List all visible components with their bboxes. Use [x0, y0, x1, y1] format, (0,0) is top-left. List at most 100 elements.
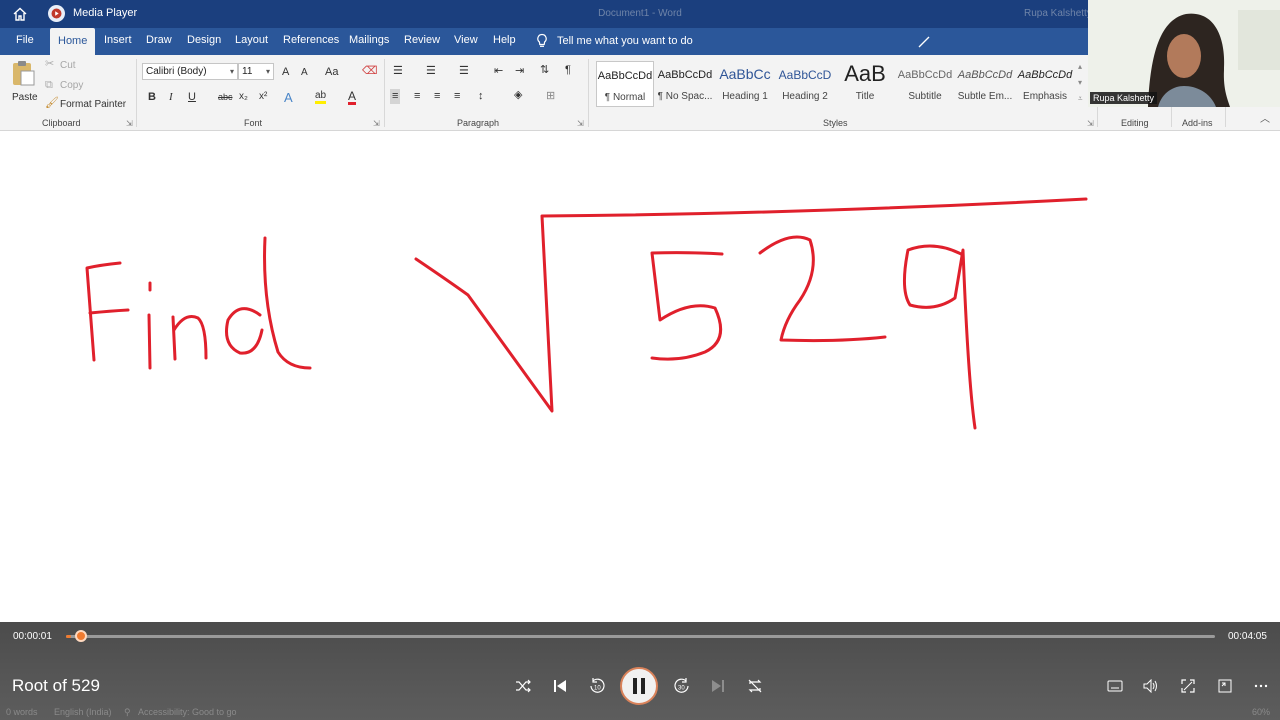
style-name: Heading 1 [722, 91, 768, 102]
tab-references[interactable]: References [283, 34, 339, 46]
more-options-icon[interactable] [1250, 675, 1272, 697]
text-effects-button[interactable]: A [284, 91, 293, 104]
media-player-logo-icon [48, 5, 65, 22]
shading-icon[interactable]: ◈ [514, 90, 522, 101]
document-canvas[interactable] [0, 131, 1280, 622]
previous-icon[interactable] [549, 675, 571, 697]
tab-layout[interactable]: Layout [235, 34, 268, 46]
superscript-button[interactable]: x² [259, 92, 267, 102]
borders-icon[interactable]: ⊞ [546, 91, 555, 102]
underline-button[interactable]: U [188, 92, 196, 103]
captions-icon[interactable] [1104, 675, 1126, 697]
style-heading-1[interactable]: AaBbCc Heading 1 [716, 61, 774, 107]
volume-icon[interactable] [1140, 675, 1162, 697]
zoom-level: 60% [1252, 707, 1271, 717]
font-family-value: Calibri (Body) [146, 66, 207, 77]
ink-digit-5 [650, 251, 724, 361]
style-name: ¶ No Spac... [657, 91, 713, 102]
seek-thumb[interactable] [75, 630, 87, 642]
highlight-button[interactable]: ab [315, 91, 327, 104]
ink-digit-9 [903, 244, 977, 430]
increase-indent-icon[interactable]: ⇥ [515, 66, 524, 77]
multilevel-list-icon[interactable]: ☰ [459, 66, 469, 77]
paste-icon [13, 61, 35, 86]
font-family-select[interactable]: Calibri (Body) ▾ [142, 63, 238, 80]
shrink-font-button[interactable]: A [301, 68, 308, 78]
clear-formatting-icon[interactable]: ⌫ [362, 66, 378, 77]
tab-home[interactable]: Home [50, 28, 96, 55]
fullscreen-icon[interactable] [1177, 675, 1199, 697]
numbering-icon[interactable]: ☰ [426, 66, 436, 77]
paragraph-launcher-icon[interactable]: ⇲ [577, 119, 584, 128]
tab-view[interactable]: View [454, 34, 478, 46]
svg-text:30: 30 [678, 686, 685, 692]
ink-digit-2 [758, 235, 887, 343]
align-center-icon[interactable]: ≡ [414, 91, 420, 102]
styles-scroll-down-icon[interactable]: ▾ [1078, 79, 1082, 87]
tab-file[interactable]: File [16, 34, 34, 46]
justify-icon[interactable]: ≡ [454, 91, 460, 102]
paste-label: Paste [12, 92, 38, 103]
clipboard-launcher-icon[interactable]: ⇲ [126, 119, 133, 128]
forward-30-icon[interactable]: 30 [671, 675, 693, 697]
style-emphasis[interactable]: AaBbCcDd Emphasis [1016, 61, 1074, 107]
line-spacing-icon[interactable]: ↕ [478, 91, 484, 102]
style-sample: AaBbCcD [778, 68, 832, 82]
ink-letter-F-bar [88, 308, 130, 315]
italic-button[interactable]: I [169, 92, 173, 103]
style-title[interactable]: AaB Title [836, 61, 894, 107]
change-case-button[interactable]: Aa [325, 67, 338, 78]
style-sample: AaB [844, 61, 886, 86]
subscript-button[interactable]: x₂ [239, 92, 248, 102]
format-painter-button[interactable]: Format Painter [60, 99, 126, 110]
tab-review[interactable]: Review [404, 34, 440, 46]
bold-button[interactable]: B [148, 92, 156, 103]
shuffle-icon[interactable] [512, 675, 534, 697]
paste-button[interactable]: Paste [10, 59, 40, 105]
grow-font-button[interactable]: A [282, 67, 289, 78]
align-right-icon[interactable]: ≡ [434, 91, 440, 102]
tab-design[interactable]: Design [187, 34, 221, 46]
copy-button[interactable]: Copy [60, 80, 83, 91]
collapse-ribbon-icon[interactable]: ︿ [1260, 115, 1270, 125]
strikethrough-button[interactable]: abc [218, 93, 233, 102]
styles-launcher-icon[interactable]: ⇲ [1087, 119, 1094, 128]
home-icon[interactable] [10, 4, 30, 24]
style-sample: AaBbCc [719, 66, 771, 82]
clipboard-group-label: Clipboard [42, 118, 81, 128]
next-icon[interactable] [707, 675, 729, 697]
style-subtle-emphasis[interactable]: AaBbCcDd Subtle Em... [956, 61, 1014, 107]
media-title: Root of 529 [12, 676, 100, 695]
show-marks-button[interactable]: ¶ [565, 65, 571, 76]
user-name: Rupa Kalshetty [1024, 8, 1092, 19]
rewind-10-icon[interactable]: 10 [586, 675, 608, 697]
style-heading-2[interactable]: AaBbCcD Heading 2 [776, 61, 834, 107]
cut-button[interactable]: Cut [60, 60, 76, 71]
tab-help[interactable]: Help [493, 34, 516, 46]
font-color-button[interactable]: A [348, 90, 357, 105]
tab-draw[interactable]: Draw [146, 34, 172, 46]
language: English (India) [54, 707, 112, 717]
styles-more-icon[interactable]: ⩡ [1078, 95, 1083, 103]
style-subtitle[interactable]: AaBbCcDd Subtitle [896, 61, 954, 107]
miniplayer-icon[interactable] [1214, 675, 1236, 697]
seek-bar[interactable] [66, 635, 1215, 638]
tab-mailings[interactable]: Mailings [349, 34, 389, 46]
styles-group-label: Styles [823, 118, 848, 128]
repeat-off-icon[interactable] [744, 675, 766, 697]
tab-insert[interactable]: Insert [104, 34, 132, 46]
tell-me-search[interactable]: Tell me what you want to do [557, 35, 693, 47]
decrease-indent-icon[interactable]: ⇤ [494, 66, 503, 77]
style-no-spacing[interactable]: AaBbCcDd ¶ No Spac... [656, 61, 714, 107]
sort-icon[interactable]: ⇅ [540, 65, 549, 76]
styles-scroll-up-icon[interactable]: ▴ [1078, 63, 1082, 71]
font-size-select[interactable]: 11 ▾ [238, 63, 274, 80]
align-left-icon[interactable]: ≡ [390, 89, 401, 104]
bullets-icon[interactable]: ☰ [393, 66, 403, 77]
ink-radical-sign [414, 197, 1088, 413]
style-sample: AaBbCcDd [597, 70, 653, 82]
pause-button[interactable] [620, 667, 658, 705]
font-launcher-icon[interactable]: ⇲ [373, 119, 380, 128]
style-normal[interactable]: AaBbCcDd ¶ Normal [596, 61, 654, 107]
chevron-down-icon: ▾ [229, 67, 234, 76]
